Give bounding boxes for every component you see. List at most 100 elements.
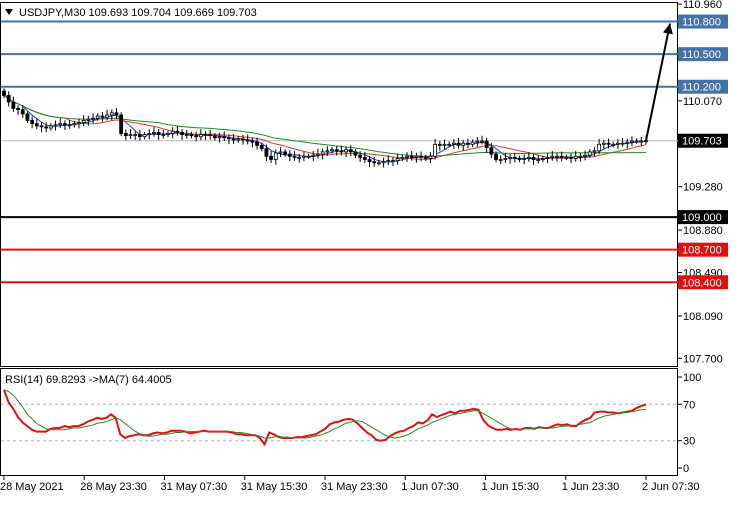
candle-body <box>208 134 213 137</box>
candle-body <box>634 140 639 143</box>
candle-body <box>367 159 372 163</box>
candle-body <box>419 155 423 158</box>
candle-body <box>531 156 536 160</box>
candle-body <box>44 126 49 129</box>
rsi-panel[interactable]: RSI(14) 69.8293 ->MA(7) 64.4005 <box>0 368 679 476</box>
candle-body <box>48 125 53 129</box>
candle-body <box>320 151 325 155</box>
candle-body <box>194 135 199 138</box>
candle-body <box>147 133 152 135</box>
candle-body <box>25 113 30 121</box>
rsi-tick-label: 70 <box>683 399 695 411</box>
rsi-title-text: RSI(14) 69.8293 ->MA(7) 64.4005 <box>5 374 172 386</box>
candle-body <box>480 140 484 143</box>
candle-body <box>592 150 597 153</box>
candle-body <box>362 156 367 160</box>
candle-body <box>255 141 259 146</box>
candle-body <box>644 140 648 143</box>
candle-body <box>184 134 189 136</box>
candle-body <box>587 151 592 156</box>
candle-body <box>170 130 175 134</box>
candle-body <box>630 140 634 143</box>
candle-body <box>114 112 119 116</box>
candle-body <box>405 155 409 158</box>
candle-body <box>283 151 288 155</box>
candle-body <box>30 120 35 125</box>
candle-body <box>203 134 208 136</box>
candle-body <box>559 155 564 158</box>
candle-body <box>564 156 569 159</box>
candle-body <box>447 143 452 146</box>
candle-body <box>489 147 494 155</box>
candle-body <box>433 143 438 157</box>
candle-body <box>461 142 466 146</box>
time-tick-label: 1 Jun 15:30 <box>482 481 540 493</box>
candle-body <box>475 140 480 143</box>
candle-body <box>437 143 442 146</box>
candle-body <box>123 133 128 137</box>
price-tick-label: 110.960 <box>683 0 722 11</box>
candle-body <box>316 153 320 156</box>
level-label: 110.200 <box>682 82 721 94</box>
candle-body <box>236 138 241 141</box>
candle-body <box>34 123 39 127</box>
candle-body <box>175 130 180 133</box>
price-panel-frame <box>0 2 678 367</box>
candle-body <box>269 155 274 160</box>
candle-body <box>414 155 419 158</box>
candle-body <box>615 142 620 145</box>
candle-body <box>133 134 138 136</box>
candle-body <box>198 134 203 138</box>
candle-body <box>161 134 166 136</box>
candle-body <box>152 131 156 134</box>
candle-body <box>428 155 433 159</box>
candle-body <box>81 120 86 123</box>
candle-body <box>166 133 170 135</box>
candle-body <box>241 138 245 141</box>
candle-body <box>306 155 311 158</box>
price-panel[interactable]: USDJPY,M30 109.693 109.704 109.669 109.7… <box>0 2 679 367</box>
candle-body <box>569 156 573 159</box>
candle-body <box>273 152 278 160</box>
candle-body <box>639 140 644 143</box>
candle-body <box>156 131 161 135</box>
level-label: 110.500 <box>682 49 721 61</box>
rsi-axis: 100 70 30 0 <box>678 372 701 475</box>
candle-body <box>245 139 250 142</box>
price-tick-label: 108.880 <box>683 225 723 237</box>
candle-body <box>278 151 283 154</box>
candle-body <box>470 141 475 145</box>
candle-body <box>620 142 625 145</box>
candle-body <box>376 162 381 165</box>
price-title: USDJPY,M30 109.693 109.704 109.669 109.7… <box>5 7 257 19</box>
rsi-tick-label: 30 <box>683 436 695 448</box>
candle-body <box>344 149 348 153</box>
trading-chart[interactable]: USDJPY,M30 109.693 109.704 109.669 109.7… <box>0 0 736 505</box>
candle-body <box>484 140 489 148</box>
candle-body <box>583 154 587 157</box>
time-axis: 28 May 2021 28 May 23:30 31 May 07:30 31 Ma… <box>0 476 700 493</box>
price-tick-label: 110.070 <box>683 96 722 108</box>
candle-body <box>137 134 142 138</box>
candle-body <box>212 135 217 139</box>
candle-body <box>250 140 255 143</box>
candle-body <box>20 109 25 115</box>
candle-body <box>105 114 109 118</box>
time-tick-label: 31 May 07:30 <box>161 481 228 493</box>
candle-body <box>503 158 508 160</box>
rsi-tick-label: 0 <box>683 463 689 475</box>
candle-body <box>128 134 133 137</box>
candle-body <box>11 101 16 109</box>
candle-body <box>508 156 513 159</box>
candle-body <box>358 154 363 158</box>
candle-body <box>63 123 67 126</box>
candle-body <box>292 155 297 158</box>
candle-body <box>339 150 344 153</box>
candle-body <box>325 150 330 153</box>
candle-body <box>53 124 58 127</box>
level-label: 108.700 <box>682 245 722 257</box>
candle-body <box>86 118 91 121</box>
candle-body <box>231 138 236 141</box>
price-tick-label: 107.700 <box>683 353 723 365</box>
candle-body <box>381 161 386 164</box>
